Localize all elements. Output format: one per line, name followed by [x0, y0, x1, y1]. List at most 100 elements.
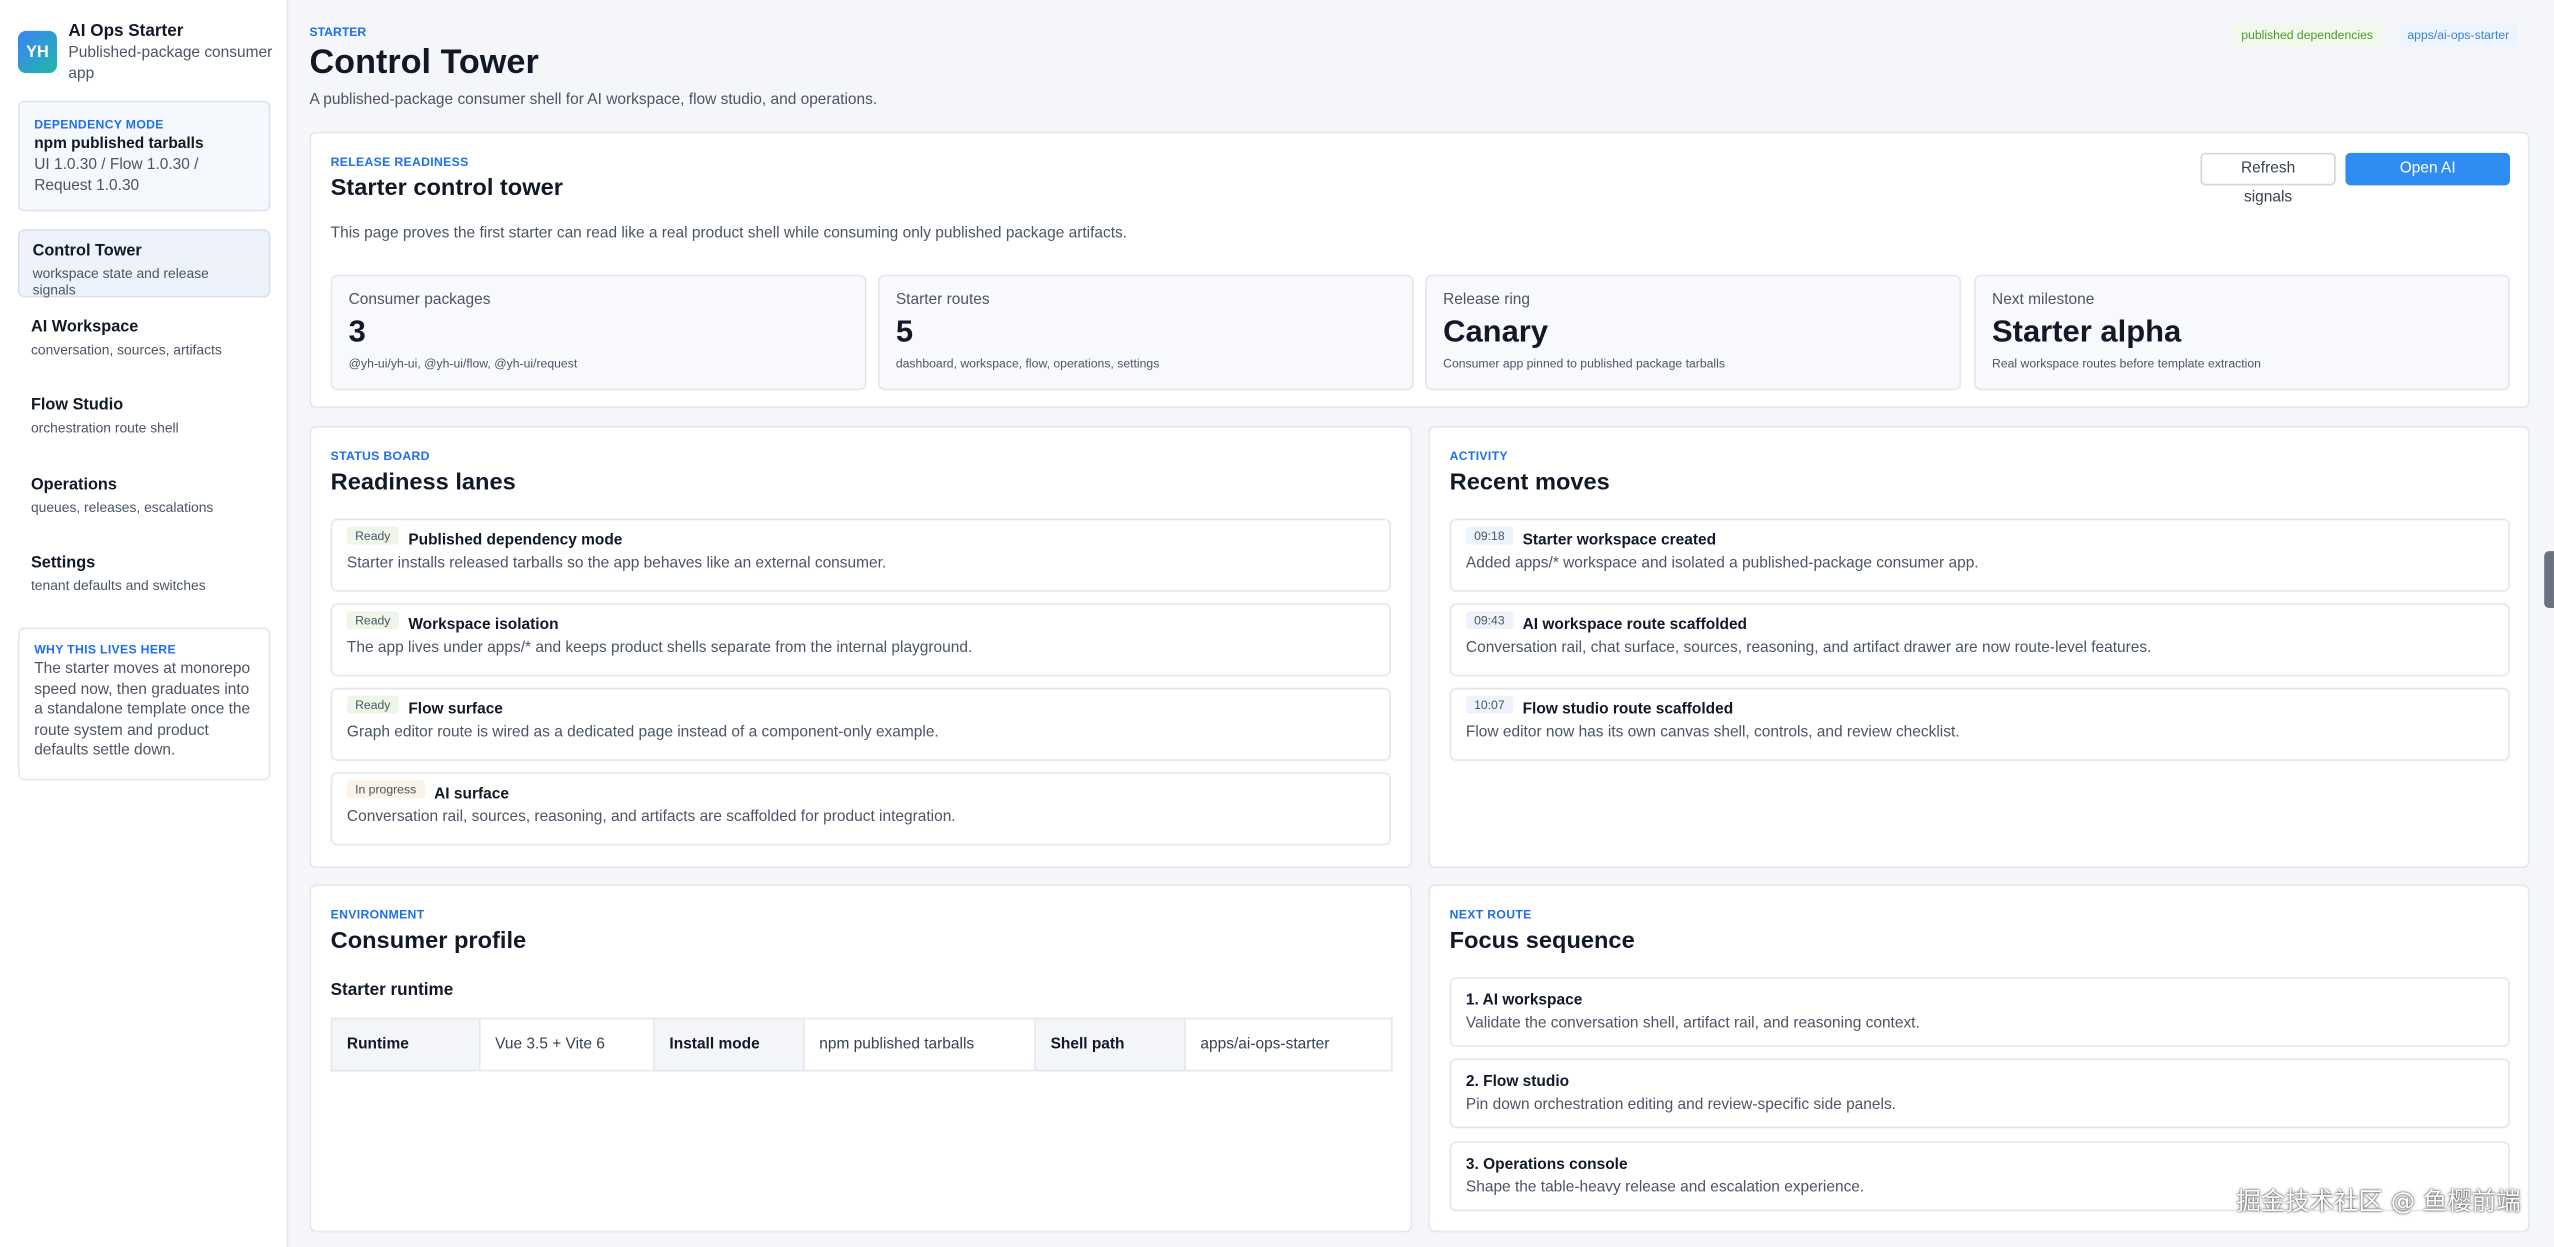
dependency-eyebrow: DEPENDENCY MODE: [34, 117, 164, 132]
metric-label: Next milestone: [1992, 291, 2095, 309]
nav-item-title: Control Tower: [32, 242, 142, 261]
metric-note: Real workspace routes before template ex…: [1992, 356, 2261, 371]
activity-title-text: AI workspace route scaffolded: [1522, 616, 1748, 635]
sidebar-item-ai-workspace[interactable]: AI Workspace conversation, sources, arti…: [18, 307, 270, 375]
metric-value: Starter alpha: [1992, 315, 2182, 350]
status-badge: In progress: [346, 780, 425, 799]
focus-item-text: Pin down orchestration editing and revie…: [1465, 1095, 1896, 1114]
status-title: Readiness lanes: [330, 469, 516, 496]
activity-item: 10:07 Flow studio route scaffolded Flow …: [1449, 687, 2510, 761]
why-eyebrow: WHY THIS LIVES HERE: [34, 642, 176, 657]
status-eyebrow: STATUS BOARD: [330, 448, 430, 464]
focus-item-text: Validate the conversation shell, artifac…: [1465, 1014, 1920, 1033]
sidebar-item-operations[interactable]: Operations queues, releases, escalations: [18, 465, 270, 533]
activity-eyebrow: ACTIVITY: [1449, 448, 1508, 464]
lane-text: Conversation rail, sources, reasoning, a…: [346, 808, 956, 826]
status-badge: Ready: [346, 695, 399, 714]
lane-text: Graph editor route is wired as a dedicat…: [346, 723, 939, 742]
activity-text: Flow editor now has its own canvas shell…: [1465, 723, 1960, 742]
dependency-mode-card: DEPENDENCY MODE npm published tarballs U…: [17, 100, 271, 212]
nav-item-title: AI Workspace: [30, 318, 139, 337]
metric-value: 5: [895, 315, 914, 350]
nav-item-subtitle: tenant defaults and switches: [30, 577, 206, 594]
open-ai-workspace-button[interactable]: Open AI workspace: [2345, 152, 2510, 206]
nav-item-title: Settings: [30, 554, 96, 573]
nav-item-subtitle: queues, releases, escalations: [30, 499, 214, 516]
dependency-versions: UI 1.0.30 / Flow 1.0.30 / Request 1.0.30: [34, 156, 199, 196]
readiness-lane: Ready Workspace isolation The app lives …: [330, 603, 1391, 677]
brand-avatar: YH: [17, 30, 58, 74]
nav-item-subtitle: orchestration route shell: [30, 419, 179, 436]
dependency-title: npm published tarballs: [34, 134, 204, 153]
activity-title-text: Starter workspace created: [1522, 531, 1717, 550]
side-panel-handle[interactable]: [2544, 551, 2554, 609]
nav-item-subtitle: conversation, sources, artifacts: [30, 341, 222, 358]
table-row: Runtime Vue 3.5 + Vite 6 Install mode np…: [330, 1017, 1393, 1072]
brand-name: AI Ops Starter: [68, 21, 184, 41]
sidebar-item-flow-studio[interactable]: Flow Studio orchestration route shell: [18, 385, 270, 453]
table-key-cell: Runtime: [330, 1017, 481, 1072]
activity-item: 09:18 Starter workspace created Added ap…: [1449, 518, 2510, 592]
status-board-panel: STATUS BOARD Readiness lanes Ready Publi…: [309, 425, 1413, 869]
metric-card: Release ring Canary Consumer app pinned …: [1425, 274, 1962, 391]
consumer-profile-table: Runtime Vue 3.5 + Vite 6 Install mode np…: [330, 1017, 1393, 1072]
readiness-lane: Ready Flow surface Graph editor route is…: [330, 687, 1391, 761]
sidebar-item-control-tower[interactable]: Control Tower workspace state and releas…: [17, 229, 271, 298]
environment-eyebrow: ENVIRONMENT: [330, 907, 425, 922]
next-route-panel: NEXT ROUTE Focus sequence 1. AI workspac…: [1428, 884, 2530, 1233]
runtime-subtitle: Starter runtime: [330, 980, 454, 1000]
focus-item[interactable]: 1. AI workspace Validate the conversatio…: [1449, 977, 2510, 1048]
metric-value: Canary: [1443, 315, 1549, 350]
lane-title: Flow surface: [408, 700, 503, 719]
table-value-cell: apps/ai-ops-starter: [1184, 1017, 1393, 1072]
timestamp-badge: 09:18: [1465, 526, 1513, 545]
activity-title-text: Flow studio route scaffolded: [1522, 700, 1734, 719]
environment-panel: ENVIRONMENT Consumer profile Starter run…: [309, 884, 1413, 1233]
nav-item-title: Flow Studio: [30, 396, 124, 415]
nav-item-subtitle: workspace state and release signals: [32, 265, 209, 298]
focus-item-title: 1. AI workspace: [1465, 991, 1583, 1010]
sidebar-item-settings[interactable]: Settings tenant defaults and switches: [18, 543, 270, 611]
page-eyebrow: STARTER: [309, 24, 367, 40]
activity-item: 09:43 AI workspace route scaffolded Conv…: [1449, 603, 2510, 677]
metric-card: Starter routes 5 dashboard, workspace, f…: [877, 274, 1414, 391]
next-route-eyebrow: NEXT ROUTE: [1449, 907, 1532, 922]
watermark: 掘金技术社区 @ 鱼樱前端: [2236, 1186, 2521, 1217]
lane-title: AI surface: [434, 785, 509, 804]
metric-value: 3: [348, 315, 366, 350]
activity-text: Conversation rail, chat surface, sources…: [1465, 638, 2152, 657]
why-card: WHY THIS LIVES HERE The starter moves at…: [17, 627, 271, 781]
environment-title: Consumer profile: [330, 928, 527, 955]
nav-item-title: Operations: [30, 476, 117, 495]
lane-title: Published dependency mode: [408, 531, 623, 550]
release-eyebrow: RELEASE READINESS: [330, 154, 469, 170]
metric-note: @yh-ui/yh-ui, @yh-ui/flow, @yh-ui/reques…: [348, 356, 578, 371]
timestamp-badge: 09:43: [1465, 611, 1513, 630]
why-text: The starter moves at monorepo speed now,…: [34, 660, 251, 760]
focus-item-title: 2. Flow studio: [1465, 1073, 1570, 1091]
app-path-chip: apps/ai-ops-starter: [2399, 22, 2518, 48]
metric-label: Starter routes: [895, 291, 990, 309]
metric-label: Release ring: [1443, 291, 1531, 309]
metric-note: Consumer app pinned to published package…: [1443, 356, 1725, 371]
table-key-cell: Shell path: [1034, 1017, 1186, 1072]
timestamp-badge: 10:07: [1465, 695, 1513, 714]
status-badge: Ready: [346, 526, 399, 545]
page-description: A published-package consumer shell for A…: [309, 91, 878, 109]
page-title: Control Tower: [309, 43, 539, 82]
sidebar: YH AI Ops Starter Published-package cons…: [0, 0, 289, 1247]
metric-note: dashboard, workspace, flow, operations, …: [895, 356, 1160, 371]
focus-item[interactable]: 2. Flow studio Pin down orchestration ed…: [1449, 1058, 2510, 1129]
release-title: Starter control tower: [330, 175, 563, 202]
brand-subtitle: Published-package consumer app: [68, 43, 273, 83]
lane-text: Starter installs released tarballs so th…: [346, 554, 887, 573]
activity-text: Added apps/* workspace and isolated a pu…: [1465, 554, 1979, 573]
release-readiness-panel: RELEASE READINESS Starter control tower …: [309, 131, 2530, 409]
refresh-signals-button[interactable]: Refresh signals: [2200, 152, 2336, 206]
app-window: YH AI Ops Starter Published-package cons…: [0, 0, 2554, 1247]
readiness-lane: Ready Published dependency mode Starter …: [330, 518, 1391, 592]
lane-text: The app lives under apps/* and keeps pro…: [346, 638, 973, 657]
dependency-chip: published dependencies: [2233, 22, 2382, 48]
activity-title: Recent moves: [1449, 469, 1610, 496]
focus-item-title: 3. Operations console: [1465, 1155, 1628, 1174]
